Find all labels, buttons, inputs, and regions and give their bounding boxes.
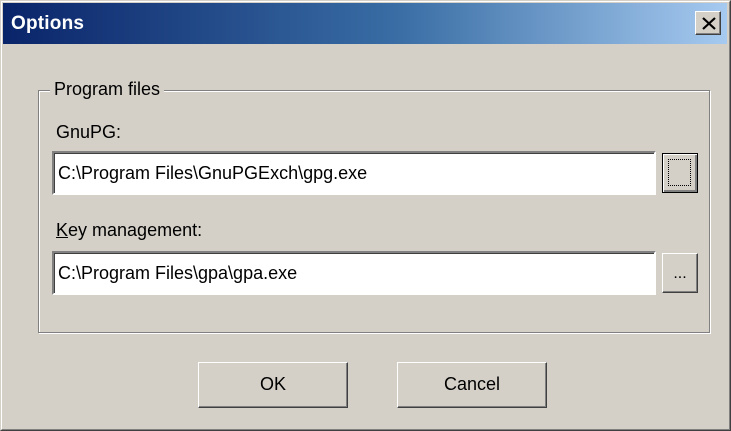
key-management-browse-button[interactable]: ... xyxy=(662,253,698,293)
gnupg-path-input[interactable]: C:\Program Files\GnuPGExch\gpg.exe xyxy=(52,151,656,195)
key-management-label-text: ey management: xyxy=(68,220,203,240)
close-button[interactable] xyxy=(695,11,721,35)
focus-rectangle xyxy=(668,159,691,186)
gnupg-label: GnuPG: xyxy=(56,122,122,142)
gnupg-browse-button[interactable] xyxy=(662,153,698,193)
close-icon xyxy=(702,17,716,30)
ok-button[interactable]: OK xyxy=(198,362,348,408)
dialog-title: Options xyxy=(11,13,85,34)
key-management-label: Key management: xyxy=(56,220,202,241)
key-management-mnemonic: K xyxy=(56,220,69,240)
title-bar[interactable]: Options xyxy=(3,3,727,44)
cancel-button[interactable]: Cancel xyxy=(397,362,547,408)
options-dialog: Options Program files GnuPG: C:\Program … xyxy=(0,0,731,431)
program-files-group xyxy=(38,90,710,333)
key-management-path-input[interactable]: C:\Program Files\gpa\gpa.exe xyxy=(52,251,656,295)
program-files-legend: Program files xyxy=(50,79,165,100)
